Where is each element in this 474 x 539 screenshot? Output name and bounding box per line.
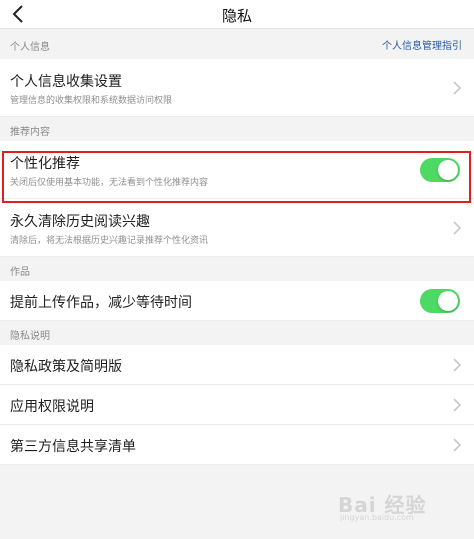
chevron-right-icon bbox=[453, 358, 462, 372]
section-header-personal-info: 个人信息 个人信息管理指引 bbox=[0, 29, 474, 59]
chevron-right-icon bbox=[453, 438, 462, 452]
section-label: 作品 bbox=[10, 267, 30, 278]
personal-info-guide-link[interactable]: 个人信息管理指引 bbox=[382, 37, 462, 52]
chevron-right-icon bbox=[453, 81, 462, 95]
row-personalized-recommend: 个性化推荐 关闭后仅使用基本功能，无法看到个性化推荐内容 bbox=[0, 141, 474, 199]
row-subtitle: 关闭后仅使用基本功能，无法看到个性化推荐内容 bbox=[10, 178, 209, 188]
chevron-right-icon bbox=[453, 221, 462, 235]
chevron-right-icon bbox=[453, 398, 462, 412]
row-personal-info-collection[interactable]: 个人信息收集设置 管理信息的收集权限和系统数据访问权限 bbox=[0, 59, 474, 117]
toggle-knob bbox=[438, 291, 458, 311]
toggle-knob bbox=[438, 160, 458, 180]
nav-bar: 隐私 bbox=[0, 0, 474, 29]
row-upload-early: 提前上传作品，减少等待时间 bbox=[0, 281, 474, 321]
row-subtitle: 管理信息的收集权限和系统数据访问权限 bbox=[10, 96, 173, 106]
row-title: 隐私政策及简明版 bbox=[10, 359, 122, 375]
row-subtitle: 清除后，将无法根据历史兴趣记录推荐个性化资讯 bbox=[10, 236, 209, 246]
row-privacy-policy[interactable]: 隐私政策及简明版 bbox=[0, 345, 474, 385]
row-title: 提前上传作品，减少等待时间 bbox=[10, 295, 192, 311]
section-header-recommend: 推荐内容 bbox=[0, 117, 474, 141]
baidu-jingyan-watermark: Bai 经验 jingyan.baidu.com bbox=[338, 487, 448, 527]
section-label: 个人信息 bbox=[10, 42, 50, 53]
privacy-settings-page: 隐私 个人信息 个人信息管理指引 个人信息收集设置 管理信息的收集权限和系统数据… bbox=[0, 0, 474, 539]
row-title: 第三方信息共享清单 bbox=[10, 439, 136, 455]
personalized-recommend-toggle[interactable] bbox=[420, 158, 460, 182]
row-title: 个人信息收集设置 bbox=[10, 74, 122, 90]
section-label: 隐私说明 bbox=[10, 331, 50, 342]
watermark-sub: jingyan.baidu.com bbox=[340, 513, 414, 522]
page-title: 隐私 bbox=[221, 7, 252, 25]
row-clear-history[interactable]: 永久清除历史阅读兴趣 清除后，将无法根据历史兴趣记录推荐个性化资讯 bbox=[0, 199, 474, 257]
upload-early-toggle[interactable] bbox=[420, 289, 460, 313]
section-header-works: 作品 bbox=[0, 257, 474, 281]
row-third-party-sharing[interactable]: 第三方信息共享清单 bbox=[0, 425, 474, 465]
row-title: 应用权限说明 bbox=[10, 399, 94, 415]
row-app-permissions[interactable]: 应用权限说明 bbox=[0, 385, 474, 425]
row-title: 永久清除历史阅读兴趣 bbox=[10, 214, 150, 230]
row-title: 个性化推荐 bbox=[10, 156, 80, 172]
section-header-privacy-notes: 隐私说明 bbox=[0, 321, 474, 345]
section-label: 推荐内容 bbox=[10, 127, 50, 138]
